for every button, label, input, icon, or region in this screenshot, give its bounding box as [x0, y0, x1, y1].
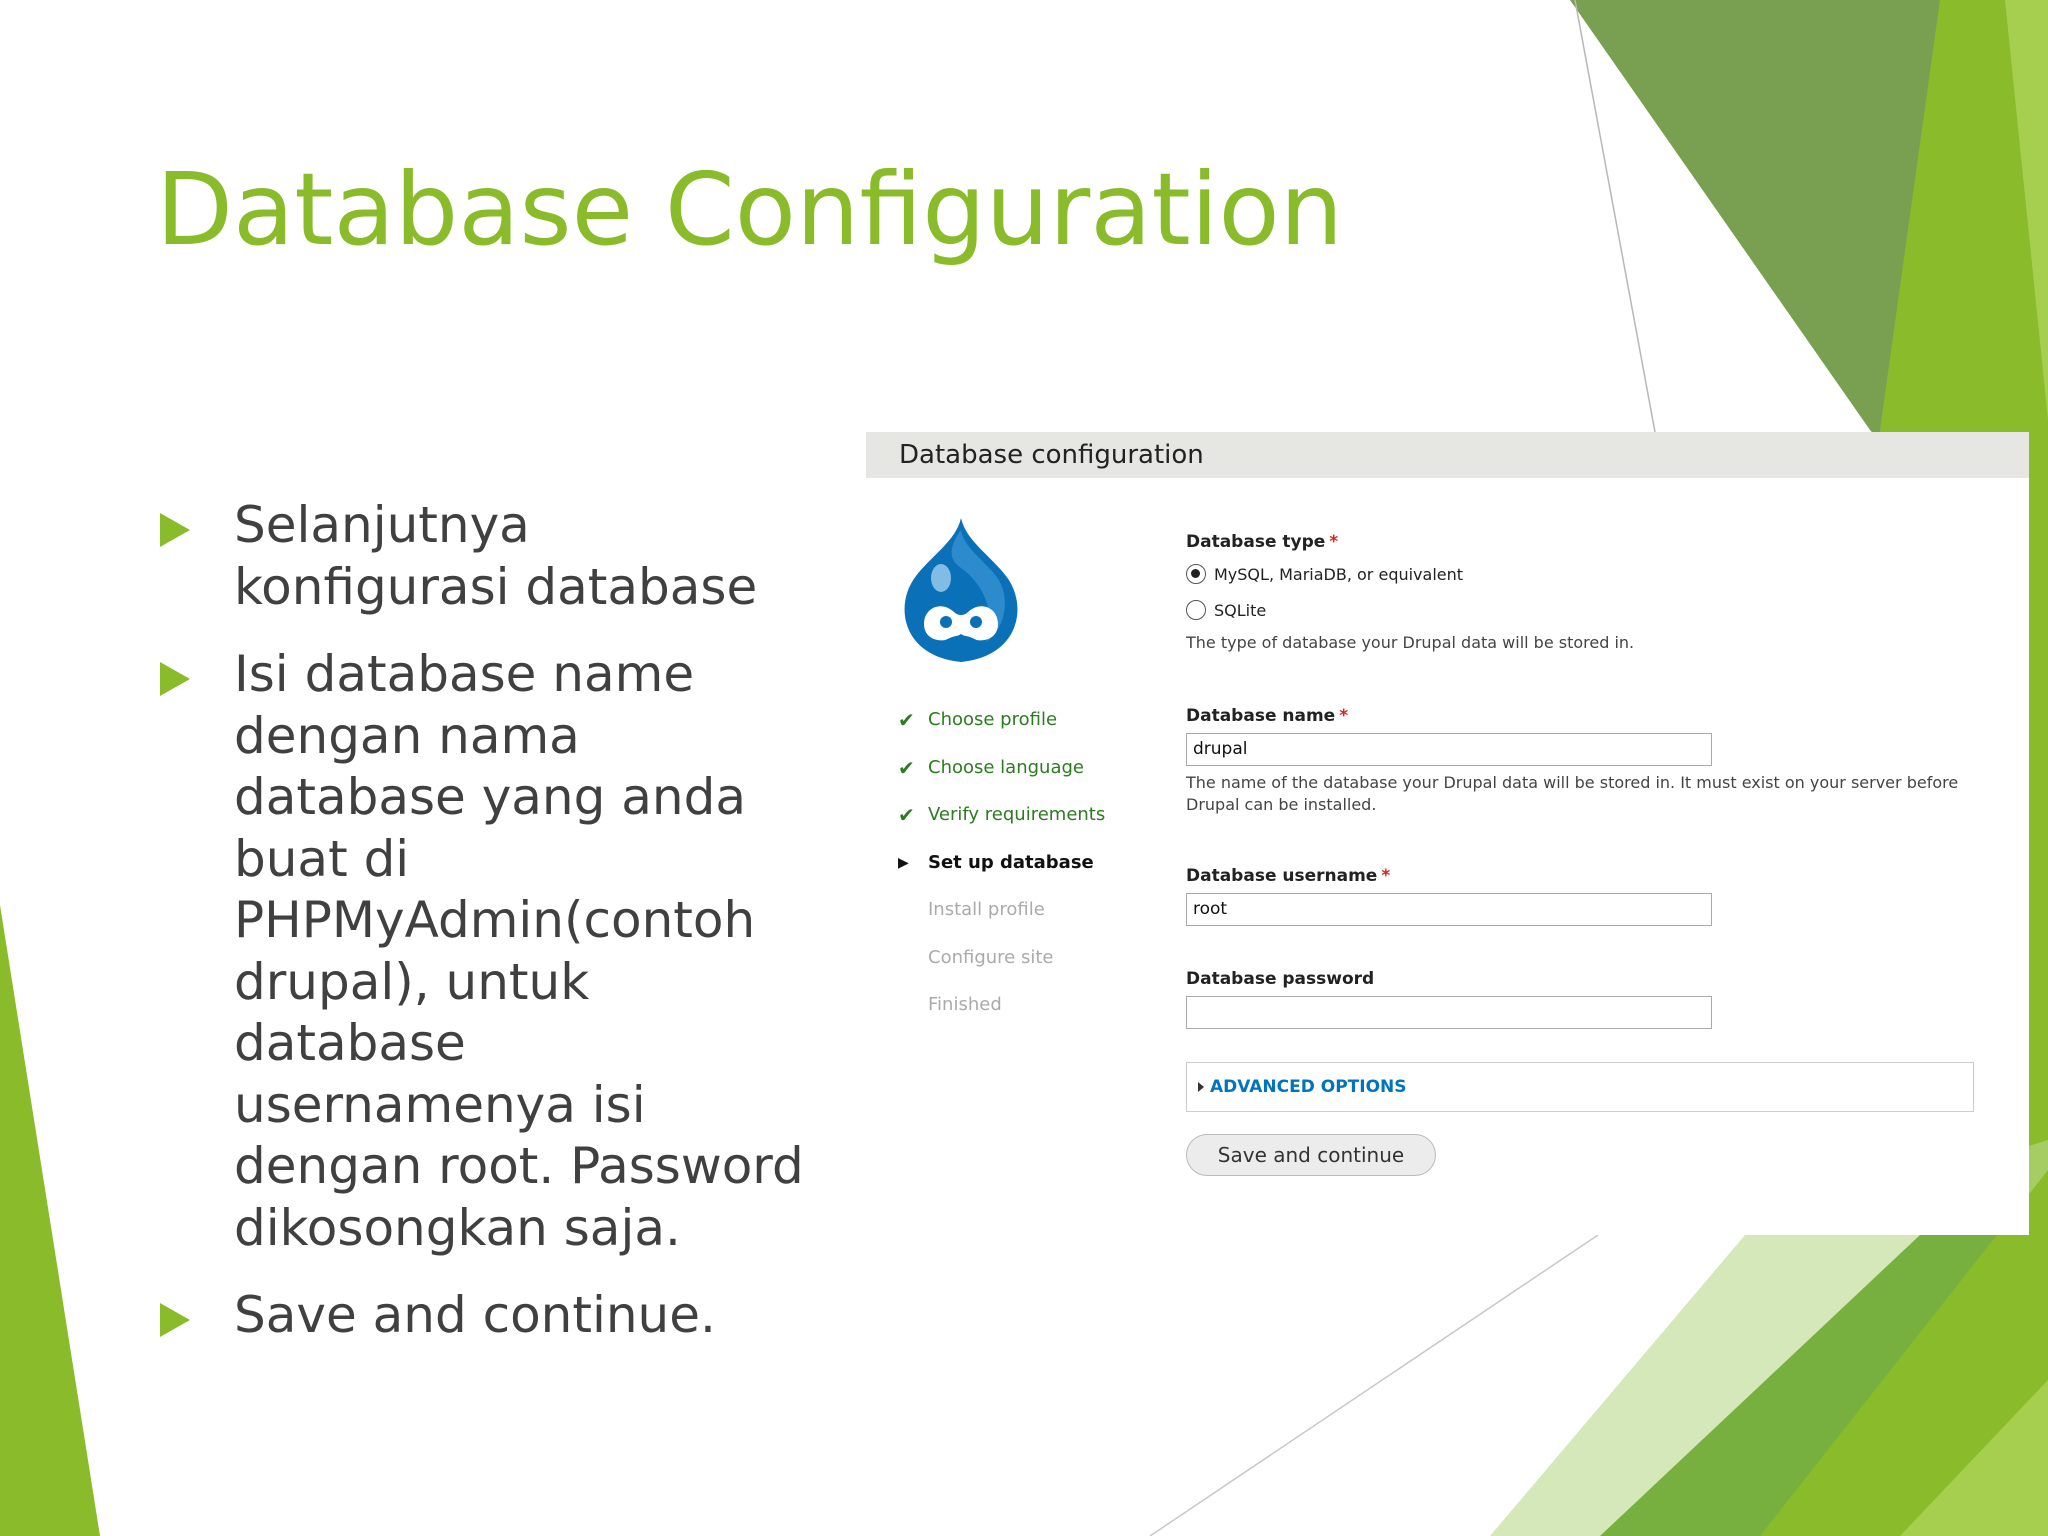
db-password-label-text: Database password	[1186, 969, 1375, 989]
bullet-arrow-icon	[160, 1303, 190, 1337]
drupal-install-screenshot: Database configuration ✔ Choose profile …	[866, 432, 2029, 1235]
slide-title: Database Configuration	[156, 151, 1344, 268]
slide: Database Configuration Selanjutnya konfi…	[0, 0, 2048, 1536]
bullet-item: Isi database name dengan nama database y…	[156, 644, 816, 1259]
radio-button[interactable]	[1186, 600, 1206, 620]
required-mark: *	[1329, 532, 1339, 552]
db-type-option-label: MySQL, MariaDB, or equivalent	[1214, 564, 1464, 584]
panel-header: Database configuration	[866, 432, 2029, 478]
step-label: Configure site	[928, 946, 1054, 968]
db-name-field[interactable]: drupal	[1186, 733, 1712, 766]
db-password-label: Database password	[1186, 969, 1374, 989]
db-type-label: Database type *	[1186, 532, 1338, 552]
step-install-profile: Install profile	[898, 898, 1148, 946]
db-name-label-text: Database name	[1186, 706, 1336, 726]
bullet-arrow-icon	[160, 513, 190, 547]
db-username-label: Database username *	[1186, 866, 1390, 886]
db-type-option-label: SQLite	[1214, 600, 1267, 620]
required-mark: *	[1339, 706, 1349, 726]
bullet-text: Isi database name dengan nama database y…	[234, 645, 804, 1257]
step-choose-language: ✔ Choose language	[898, 756, 1148, 804]
advanced-options-link[interactable]: ADVANCED OPTIONS	[1210, 1063, 1407, 1111]
step-verify-requirements: ✔ Verify requirements	[898, 803, 1148, 851]
db-name-label: Database name *	[1186, 706, 1348, 726]
db-type-description: The type of database your Drupal data wi…	[1186, 633, 1635, 652]
db-type-label-text: Database type	[1186, 532, 1326, 552]
step-configure-site: Configure site	[898, 946, 1148, 994]
step-label: Finished	[928, 994, 1002, 1015]
db-username-label-text: Database username	[1186, 866, 1378, 886]
step-label: Verify requirements	[928, 804, 1106, 825]
bullet-text: Selanjutnya konfigurasi database	[234, 496, 758, 616]
caret-right-icon	[1198, 1082, 1204, 1092]
step-label: Choose profile	[928, 709, 1058, 730]
check-icon: ✔	[898, 755, 915, 780]
db-type-option-sqlite[interactable]: SQLite	[1186, 600, 1266, 620]
step-choose-profile: ✔ Choose profile	[898, 708, 1148, 756]
step-label: Set up database	[928, 851, 1094, 873]
install-steps: ✔ Choose profile ✔ Choose language ✔ Ver…	[898, 708, 1148, 1041]
radio-button-selected[interactable]	[1186, 564, 1206, 584]
bullet-item: Save and continue.	[156, 1285, 816, 1347]
db-name-description: The name of the database your Drupal dat…	[1186, 773, 1959, 814]
step-label: Choose language	[928, 756, 1084, 778]
check-icon: ✔	[898, 803, 915, 827]
current-step-arrow-icon: ▶	[898, 854, 909, 871]
bullet-item: Selanjutnya konfigurasi database	[156, 495, 816, 618]
step-finished: Finished	[898, 993, 1148, 1041]
bullet-text: Save and continue.	[234, 1286, 716, 1344]
db-type-option-mysql[interactable]: MySQL, MariaDB, or equivalent	[1186, 564, 1463, 584]
step-label: Install profile	[928, 899, 1045, 920]
bullet-arrow-icon	[160, 662, 190, 696]
save-and-continue-button[interactable]: Save and continue	[1186, 1134, 1436, 1176]
db-username-field[interactable]: root	[1186, 893, 1712, 926]
db-password-field[interactable]	[1186, 996, 1712, 1029]
bullet-list: Selanjutnya konfigurasi database Isi dat…	[156, 495, 816, 1373]
check-icon: ✔	[898, 708, 915, 732]
advanced-options-toggle[interactable]: ADVANCED OPTIONS	[1186, 1062, 1974, 1112]
panel-title: Database configuration	[899, 440, 1204, 470]
drupal-drop-icon	[904, 518, 1018, 662]
step-set-up-database: ▶ Set up database	[898, 851, 1148, 899]
required-mark: *	[1381, 866, 1391, 886]
